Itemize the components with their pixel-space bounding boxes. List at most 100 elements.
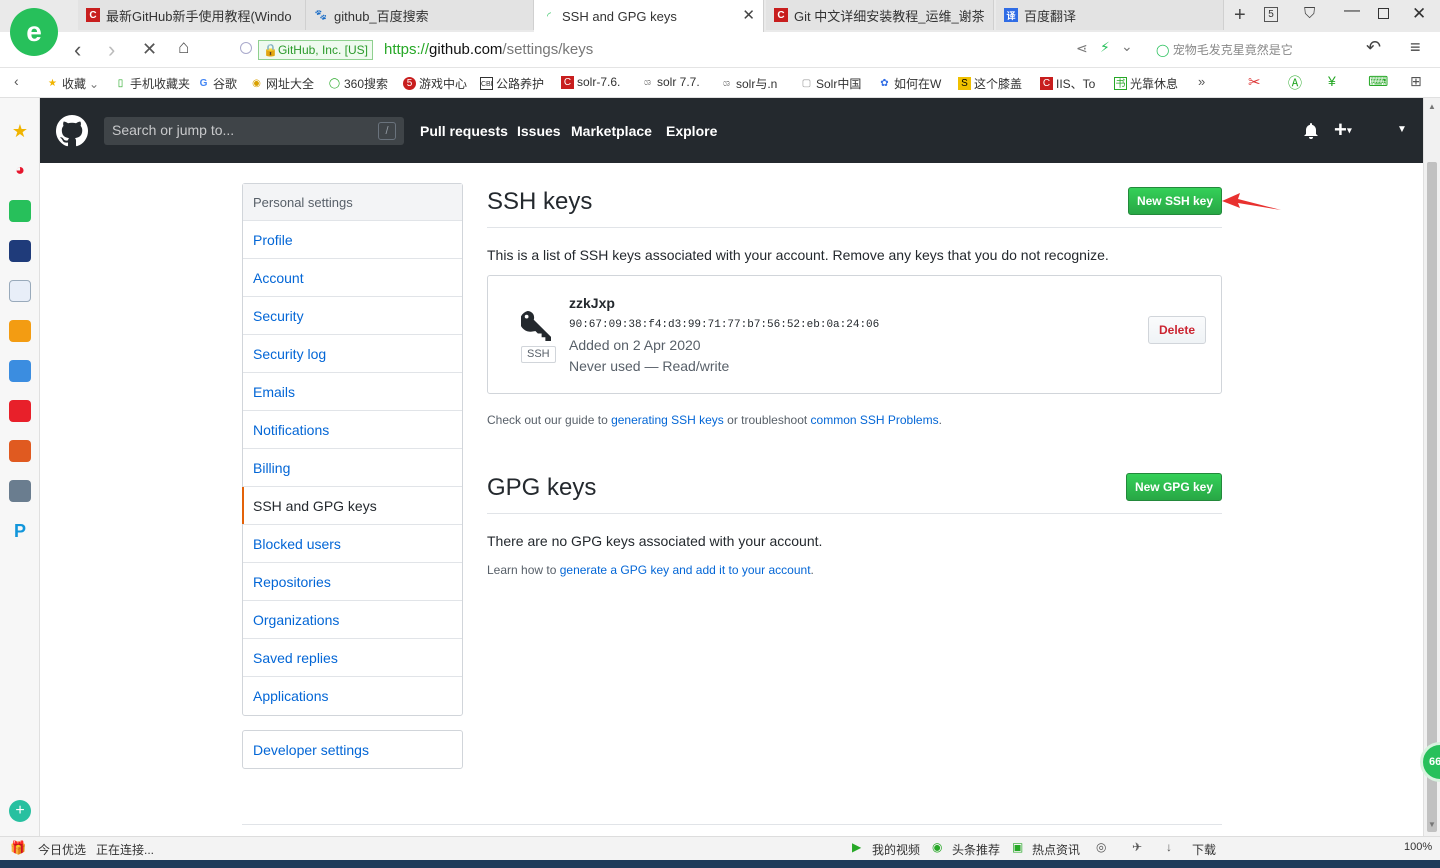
- document-icon[interactable]: [9, 280, 31, 302]
- browser-tab[interactable]: 译 百度翻译: [996, 0, 1224, 30]
- scroll-up-arrow-icon[interactable]: ▲: [1428, 102, 1436, 111]
- speed-icon[interactable]: ◎: [1096, 840, 1106, 854]
- bookmark-item[interactable]: ▢ Solr中国: [800, 75, 866, 92]
- browser-tab[interactable]: C 最新GitHub新手使用教程(Windo: [78, 0, 306, 30]
- forward-icon[interactable]: ›: [108, 37, 115, 63]
- menu-item-billing[interactable]: Billing: [243, 449, 462, 487]
- scroll-down-arrow-icon[interactable]: ▼: [1428, 820, 1436, 829]
- daily-picks-label[interactable]: 今日优选: [38, 841, 86, 858]
- menu-icon[interactable]: ≡: [1410, 37, 1421, 58]
- gamepad-icon[interactable]: ⌨: [1368, 73, 1388, 90]
- downloads-link[interactable]: 下载: [1192, 841, 1216, 858]
- mail-icon[interactable]: [9, 200, 31, 222]
- xiaohongshu-icon[interactable]: [9, 400, 31, 422]
- bookmark-item[interactable]: C IIS、To: [1040, 75, 1104, 92]
- delete-key-button[interactable]: Delete: [1148, 316, 1206, 344]
- hot-news-link[interactable]: 热点资讯: [1032, 841, 1080, 858]
- search-input[interactable]: Search or jump to... /: [104, 117, 404, 145]
- menu-item-repositories[interactable]: Repositories: [243, 563, 462, 601]
- share-icon[interactable]: ⋖: [1076, 40, 1088, 57]
- new-ssh-key-button[interactable]: New SSH key: [1128, 187, 1222, 215]
- github-logo-icon[interactable]: [56, 115, 88, 150]
- notifications-bell-icon[interactable]: [1303, 123, 1319, 142]
- generate-gpg-key-link[interactable]: generate a GPG key and add it to your ac…: [560, 563, 811, 577]
- weibo-icon[interactable]: ◕: [9, 160, 31, 182]
- ev-certificate-badge[interactable]: 🔒GitHub, Inc. [US]: [258, 40, 373, 60]
- browser-logo-icon[interactable]: e: [10, 8, 58, 56]
- ssh-problems-link[interactable]: common SSH Problems: [811, 413, 939, 427]
- browser-tab-active[interactable]: ◜ SSH and GPG keys ✕: [534, 0, 764, 32]
- menu-item-blocked-users[interactable]: Blocked users: [243, 525, 462, 563]
- bookmark-item[interactable]: ▯ 手机收藏夹: [114, 75, 190, 92]
- menu-item-saved-replies[interactable]: Saved replies: [243, 639, 462, 677]
- browser-tab[interactable]: 🐾 github_百度搜索: [306, 0, 534, 30]
- menu-item-profile[interactable]: Profile: [243, 221, 462, 259]
- minimize-icon[interactable]: —: [1344, 2, 1360, 20]
- undo-icon[interactable]: ↶: [1366, 37, 1381, 58]
- novel-app-icon[interactable]: [9, 320, 31, 342]
- download-icon[interactable]: ↓: [1166, 840, 1172, 854]
- nav-marketplace[interactable]: Marketplace: [571, 123, 652, 139]
- restore-icon[interactable]: [1378, 8, 1389, 19]
- my-videos-link[interactable]: 我的视频: [872, 841, 920, 858]
- bookmark-item[interactable]: ✿ 如何在W: [878, 75, 946, 92]
- page-scrollbar[interactable]: ▲ ▼: [1423, 98, 1440, 836]
- address-search-box[interactable]: ◯ 宠物毛发克星竟然是它: [1156, 41, 1342, 58]
- close-window-icon[interactable]: ✕: [1412, 4, 1426, 24]
- pay-app-icon[interactable]: P: [9, 520, 31, 542]
- favorites-star-icon[interactable]: ★: [9, 120, 31, 142]
- generating-ssh-keys-link[interactable]: generating SSH keys: [611, 413, 724, 427]
- pin-icon[interactable]: ✈: [1132, 840, 1142, 854]
- menu-item-organizations[interactable]: Organizations: [243, 601, 462, 639]
- translate-ext-icon[interactable]: Ⓐ: [1288, 73, 1302, 93]
- menu-item-developer-settings[interactable]: Developer settings: [242, 730, 463, 769]
- nav-explore[interactable]: Explore: [666, 123, 717, 139]
- zoom-level[interactable]: 100%: [1404, 841, 1432, 853]
- nav-pull-requests[interactable]: Pull requests: [420, 123, 508, 139]
- create-new-plus-icon[interactable]: +▾: [1334, 117, 1352, 143]
- menu-item-applications[interactable]: Applications: [243, 677, 462, 715]
- bookmark-item[interactable]: CBI 公路养护: [480, 75, 548, 92]
- add-app-icon[interactable]: +: [9, 800, 31, 822]
- bookmark-item[interactable]: 5 游戏中心: [403, 75, 467, 92]
- close-tab-icon[interactable]: ✕: [742, 6, 755, 24]
- stop-loading-icon[interactable]: ✕: [142, 39, 157, 60]
- home-icon[interactable]: ⌂: [178, 37, 189, 59]
- bookmark-item[interactable]: G 谷歌: [197, 75, 237, 92]
- more-bookmarks-icon[interactable]: »: [1198, 74, 1205, 89]
- menu-item-security[interactable]: Security: [243, 297, 462, 335]
- avatar-dropdown-caret-icon[interactable]: ▼: [1397, 124, 1407, 135]
- apps-grid-icon[interactable]: ⊞: [1410, 73, 1422, 90]
- collapse-sidebar-icon[interactable]: ‹: [14, 73, 19, 89]
- menu-item-account[interactable]: Account: [243, 259, 462, 297]
- gift-icon[interactable]: 🎁: [10, 840, 26, 856]
- bookmark-item[interactable]: ශ solr 7.7.: [641, 75, 707, 89]
- game-app-icon[interactable]: [9, 480, 31, 502]
- scrollbar-thumb[interactable]: [1427, 162, 1437, 832]
- headlines-link[interactable]: 头条推荐: [952, 841, 1000, 858]
- news-app-icon[interactable]: [9, 240, 31, 262]
- nav-issues[interactable]: Issues: [517, 123, 561, 139]
- game-app-icon[interactable]: [9, 440, 31, 462]
- skin-icon[interactable]: ⛉: [1304, 5, 1315, 22]
- browser-tab[interactable]: C Git 中文详细安装教程_运维_谢茶: [766, 0, 994, 30]
- scissors-icon[interactable]: ✂: [1248, 73, 1261, 91]
- game-app-icon[interactable]: [9, 360, 31, 382]
- bookmark-item[interactable]: Csolr-7.6.: [561, 75, 629, 89]
- menu-item-emails[interactable]: Emails: [243, 373, 462, 411]
- address-url[interactable]: https://github.com/settings/keys: [384, 41, 593, 58]
- new-tab-icon[interactable]: +: [1234, 4, 1246, 27]
- tab-count-badge[interactable]: 5: [1264, 7, 1278, 22]
- new-gpg-key-button[interactable]: New GPG key: [1126, 473, 1222, 501]
- bookmark-item[interactable]: ◉ 网址大全: [250, 75, 314, 92]
- bookmark-item[interactable]: 书光靠休息: [1114, 75, 1184, 92]
- menu-item-ssh-gpg-keys[interactable]: SSH and GPG keys: [242, 487, 462, 525]
- bookmark-item[interactable]: ශ solr与.n: [720, 75, 788, 92]
- chevron-down-icon[interactable]: ⌄: [1121, 38, 1133, 55]
- bookmark-item[interactable]: S 这个膝盖: [958, 75, 1028, 92]
- menu-item-security-log[interactable]: Security log: [243, 335, 462, 373]
- bookmark-item[interactable]: ◯ 360搜索: [328, 75, 388, 92]
- back-icon[interactable]: ‹: [74, 37, 81, 63]
- lightning-icon[interactable]: ⚡: [1100, 39, 1110, 56]
- bookmark-item[interactable]: ★ 收藏 ⌄: [46, 75, 99, 92]
